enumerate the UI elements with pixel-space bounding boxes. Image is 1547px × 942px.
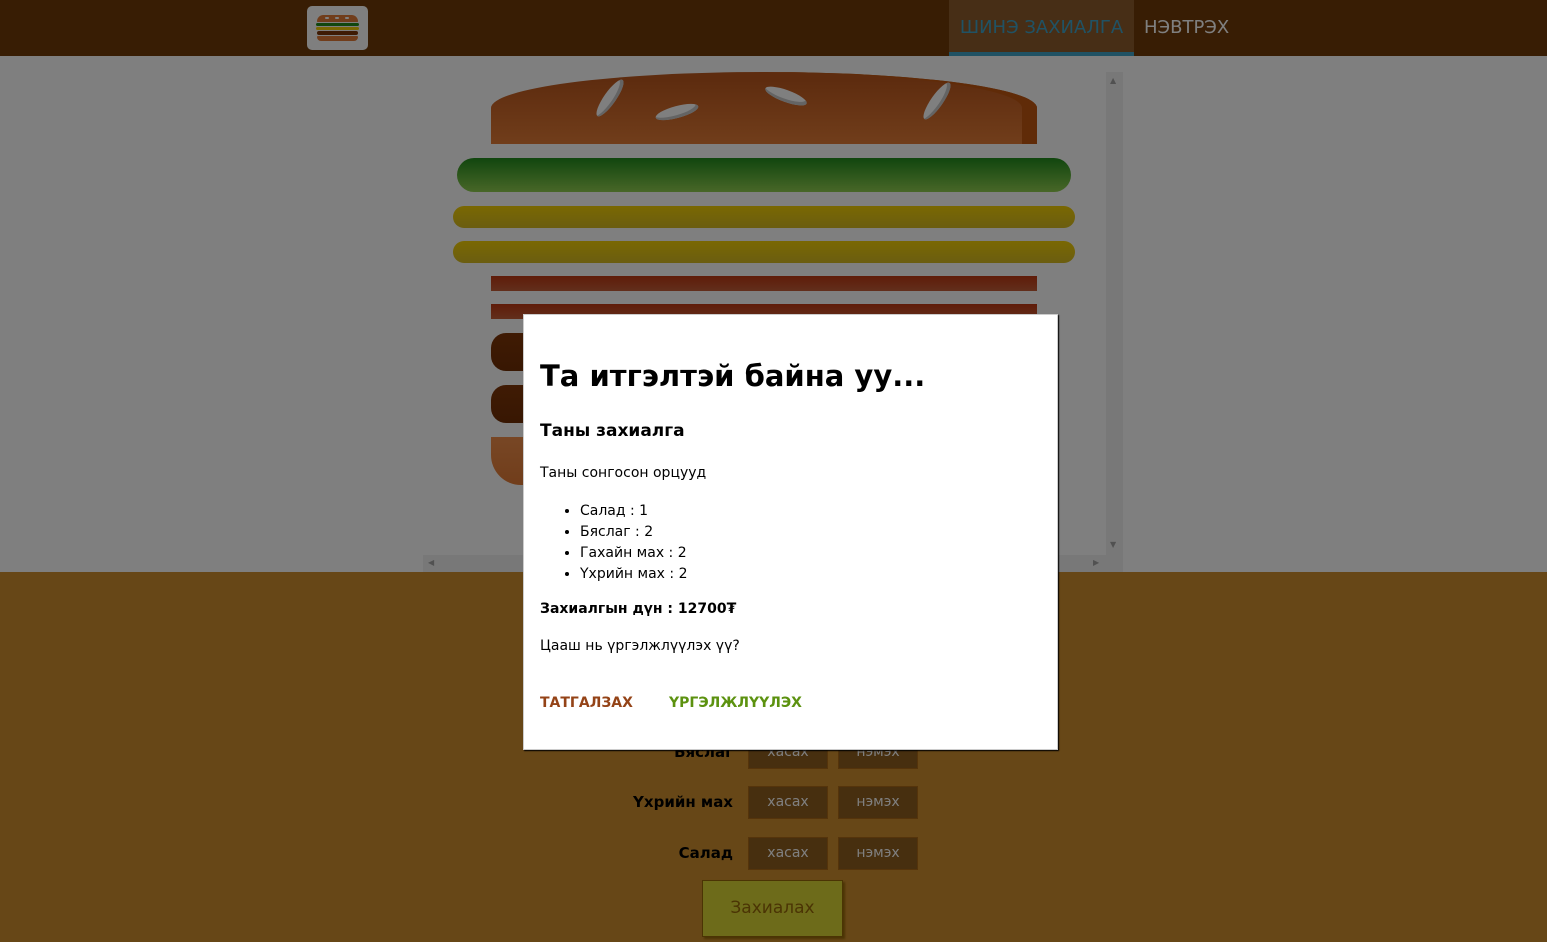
modal-subtitle: Таны захиалга [540,421,685,441]
continue-question: Цааш нь үргэлжлүүлэх үү? [540,638,740,654]
ingredient-list: Салад : 1 Бяслаг : 2 Гахайн мах : 2 Үхри… [580,501,687,585]
cancel-button[interactable]: ТАТГАЛЗАХ [540,695,633,711]
continue-button[interactable]: ҮРГЭЛЖЛҮҮЛЭХ [669,695,802,711]
list-item: Салад : 1 [580,501,687,522]
modal-intro: Таны сонгосон орцууд [540,465,707,481]
order-total: Захиалгын дүн : 12700₮ [540,601,737,617]
list-item: Бяслаг : 2 [580,522,687,543]
list-item: Гахайн мах : 2 [580,543,687,564]
modal-title: Та итгэлтэй байна уу... [540,359,926,393]
order-summary-modal: Та итгэлтэй байна уу... Таны захиалга Та… [523,314,1058,750]
list-item: Үхрийн мах : 2 [580,564,687,585]
